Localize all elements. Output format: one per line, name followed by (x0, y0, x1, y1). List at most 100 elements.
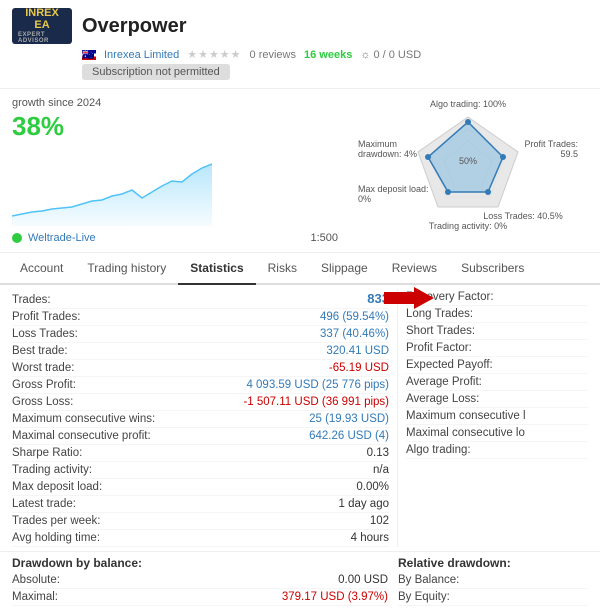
stat-row-avg-holding: Avg holding time: 4 hours (12, 530, 389, 547)
drawdown-section: Drawdown by balance: Absolute: 0.00 USD … (0, 551, 600, 610)
max-deposit-label: Max deposit load: (12, 481, 102, 493)
stat-row-trading-activity: Trading activity: n/a (12, 462, 389, 479)
gross-profit-value: 4 093.59 USD (25 776 pips) (246, 379, 389, 391)
tab-trading-history[interactable]: Trading history (75, 253, 178, 285)
stats-col-right: Recovery Factor: Long Trades: Short Trad… (398, 289, 588, 547)
trades-row-container: Trades: 833 (12, 289, 389, 309)
stat-row-by-balance: By Balance: (398, 572, 588, 589)
server-name: Weltrade-Live (28, 232, 96, 244)
stat-row-absolute: Absolute: 0.00 USD (12, 572, 388, 589)
sharpe-label: Sharpe Ratio: (12, 447, 82, 459)
drawdown-left: Drawdown by balance: Absolute: 0.00 USD … (12, 556, 388, 606)
reviews: 0 reviews (250, 49, 296, 61)
maximal-value: 379.17 USD (3.97%) (282, 591, 388, 603)
max-consec-l-label: Maximum consecutive l (406, 410, 526, 422)
tab-slippage[interactable]: Slippage (309, 253, 380, 285)
radar-point-left (425, 154, 431, 160)
stat-row-best-trade: Best trade: 320.41 USD (12, 343, 389, 360)
latest-trade-value: 1 day ago (338, 498, 389, 510)
growth-chart (12, 146, 212, 226)
stat-row-loss-trades: Loss Trades: 337 (40.46%) (12, 326, 389, 343)
stat-row-max-consec-l: Maximum consecutive l (406, 408, 588, 425)
worst-trade-value: -65.19 USD (329, 362, 389, 374)
tab-statistics[interactable]: Statistics (178, 253, 255, 285)
best-trade-value: 320.41 USD (326, 345, 389, 357)
logo-sub: EXPERT ADVISOR (18, 32, 66, 45)
growth-percent: 38% (12, 111, 338, 142)
by-equity-label: By Equity: (398, 591, 450, 603)
radar-svg: Algo trading: 100% 50% Profit Trades: 59… (348, 97, 588, 237)
gross-loss-label: Gross Loss: (12, 396, 73, 408)
max-deposit-label: Max deposit load: (358, 184, 429, 194)
loss-trades-value: 337 (40.46%) (320, 328, 389, 340)
radar-panel: Algo trading: 100% 50% Profit Trades: 59… (348, 97, 588, 244)
trading-activity-label: Trading activity: (12, 464, 92, 476)
short-trades-label: Short Trades: (406, 325, 475, 337)
tab-subscribers[interactable]: Subscribers (449, 253, 536, 285)
stat-row-short-trades: Short Trades: (406, 323, 588, 340)
stat-row-avg-loss: Average Loss: (406, 391, 588, 408)
profit-trades-label: Profit Trades: (524, 139, 578, 149)
two-col-stats: Trades: 833 Profit Trades: 496 (59.54%) … (12, 289, 588, 547)
chart-svg (12, 146, 212, 226)
provider-link[interactable]: Inrexea Limited (104, 49, 179, 61)
tabs-bar: Account Trading history Statistics Risks… (0, 253, 600, 285)
statistics-content: Trades: 833 Profit Trades: 496 (59.54%) … (0, 285, 600, 551)
stars: ★★★★★ (187, 48, 241, 61)
stat-row-max-deposit: Max deposit load: 0.00% (12, 479, 389, 496)
maximal-consec-lo-label: Maximal consecutive lo (406, 427, 525, 439)
worst-trade-label: Worst trade: (12, 362, 74, 374)
profit-factor-label: Profit Factor: (406, 342, 472, 354)
trades-per-week-label: Trades per week: (12, 515, 100, 527)
arrow-icon (384, 287, 434, 309)
avg-loss-label: Average Loss: (406, 393, 479, 405)
expected-payoff-label: Expected Payoff: (406, 359, 493, 371)
max-deposit-value: 0% (358, 194, 371, 204)
tab-account[interactable]: Account (8, 253, 75, 285)
radar-point-bl (445, 189, 451, 195)
drawdown-balance-title: Drawdown by balance: (12, 556, 388, 570)
profit-trades-value: 496 (59.54%) (320, 311, 389, 323)
page-header: INREX EA EXPERT ADVISOR Overpower 🇦🇺 Inr… (0, 0, 600, 89)
maximal-consec-profit-value: 642.26 USD (4) (309, 430, 389, 442)
weeks-badge: 16 weeks (304, 49, 352, 61)
radar-point-br (485, 189, 491, 195)
best-trade-label: Best trade: (12, 345, 68, 357)
tab-reviews[interactable]: Reviews (380, 253, 449, 285)
algo-label: Algo trading: 100% (430, 99, 506, 109)
loss-trades-label: Loss Trades: 40.5% (483, 211, 563, 221)
server-ratio: 1:500 (310, 232, 338, 244)
logo-text: INREX EA (18, 7, 66, 31)
radar-point-right (500, 154, 506, 160)
chart-fill (12, 164, 212, 226)
relative-drawdown-title: Relative drawdown: (398, 556, 588, 570)
absolute-label: Absolute: (12, 574, 60, 586)
subscription-label: Subscription not permitted (82, 64, 230, 80)
stat-row-max-consec-wins: Maximum consecutive wins: 25 (19.93 USD) (12, 411, 389, 428)
stat-row-trades-per-week: Trades per week: 102 (12, 513, 389, 530)
absolute-value: 0.00 USD (338, 574, 388, 586)
profit-trades-label: Profit Trades: (12, 311, 80, 323)
tab-risks[interactable]: Risks (256, 253, 309, 285)
max-deposit-value: 0.00% (356, 481, 389, 493)
sharpe-value: 0.13 (367, 447, 389, 459)
trading-activity-value: n/a (373, 464, 389, 476)
max-consec-wins-label: Maximum consecutive wins: (12, 413, 155, 425)
loss-trades-label: Loss Trades: (12, 328, 78, 340)
algo-trading-right-label: Algo trading: (406, 444, 471, 456)
stat-row-algo-trading-right: Algo trading: (406, 442, 588, 459)
max-drawdown-label: Maximum (358, 139, 397, 149)
profit-trades-value: 59.5 (560, 149, 578, 159)
stat-row-maximal: Maximal: 379.17 USD (3.97%) (12, 589, 388, 606)
stat-row-maximal-consec-lo: Maximal consecutive lo (406, 425, 588, 442)
gross-profit-label: Gross Profit: (12, 379, 76, 391)
stat-row-avg-profit: Average Profit: (406, 374, 588, 391)
stat-row-profit-trades: Profit Trades: 496 (59.54%) (12, 309, 389, 326)
stat-row-latest-trade: Latest trade: 1 day ago (12, 496, 389, 513)
stat-row-by-equity: By Equity: (398, 589, 588, 606)
max-drawdown-value: drawdown: 4% (358, 149, 417, 159)
server-status-dot (12, 233, 22, 243)
usd-info: ☼ 0 / 0 USD (360, 49, 421, 61)
main-content: growth since 2024 38% Weltrade-Live 1:50… (0, 89, 600, 253)
stat-row-gross-loss: Gross Loss: -1 507.11 USD (36 991 pips) (12, 394, 389, 411)
